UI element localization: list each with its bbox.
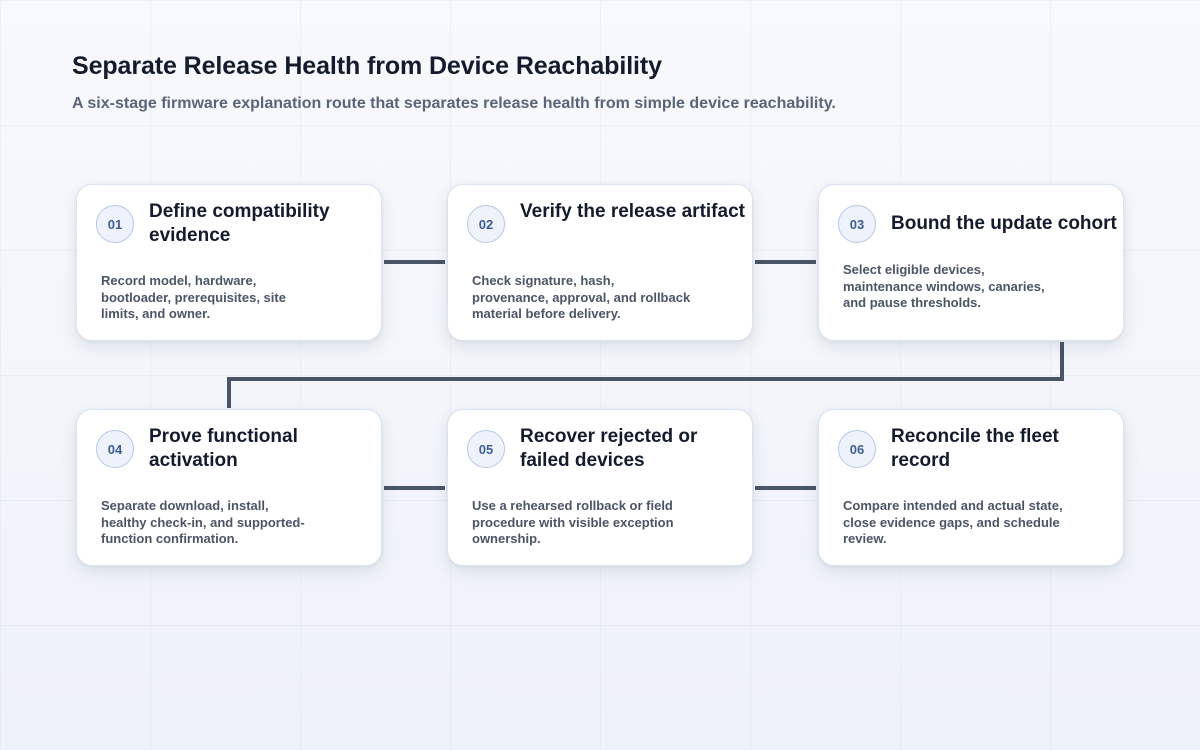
stage-description: Compare intended and actual state, close… — [843, 498, 1063, 547]
stage-description: Record model, hardware, bootloader, prer… — [101, 273, 286, 322]
stage-card-04: 04 Prove functional activation Separate … — [76, 409, 382, 566]
connector-03-04 — [227, 342, 1064, 408]
stage-description: Separate download, install, healthy chec… — [101, 498, 305, 547]
stage-number-badge: 05 — [467, 430, 505, 468]
stage-title: Bound the update cohort — [891, 213, 1117, 234]
stage-description: Select eligible devices, maintenance win… — [843, 262, 1045, 311]
flow-connectors — [227, 260, 1064, 490]
stage-card-02: 02 Verify the release artifact Check sig… — [447, 184, 753, 341]
stage-card-01: 01 Define compatibility evidence Record … — [76, 184, 382, 341]
stage-description: Use a rehearsed rollback or field proced… — [472, 498, 674, 547]
stage-number-badge: 04 — [96, 430, 134, 468]
stage-title: Recover rejected or failed devices — [520, 426, 698, 471]
stage-description: Check signature, hash, provenance, appro… — [472, 273, 691, 322]
stage-number-badge: 01 — [96, 205, 134, 243]
stage-title: Prove functional activation — [149, 426, 298, 471]
stage-number-badge: 03 — [838, 205, 876, 243]
stage-title: Reconcile the fleet record — [891, 426, 1059, 471]
stage-card-06: 06 Reconcile the fleet record Compare in… — [818, 409, 1124, 566]
stage-title: Define compatibility evidence — [149, 201, 330, 246]
stage-number-badge: 06 — [838, 430, 876, 468]
stage-card-03: 03 Bound the update cohort Select eligib… — [818, 184, 1124, 341]
stage-number-badge: 02 — [467, 205, 505, 243]
stage-card-05: 05 Recover rejected or failed devices Us… — [447, 409, 753, 566]
stage-title: Verify the release artifact — [520, 201, 745, 222]
